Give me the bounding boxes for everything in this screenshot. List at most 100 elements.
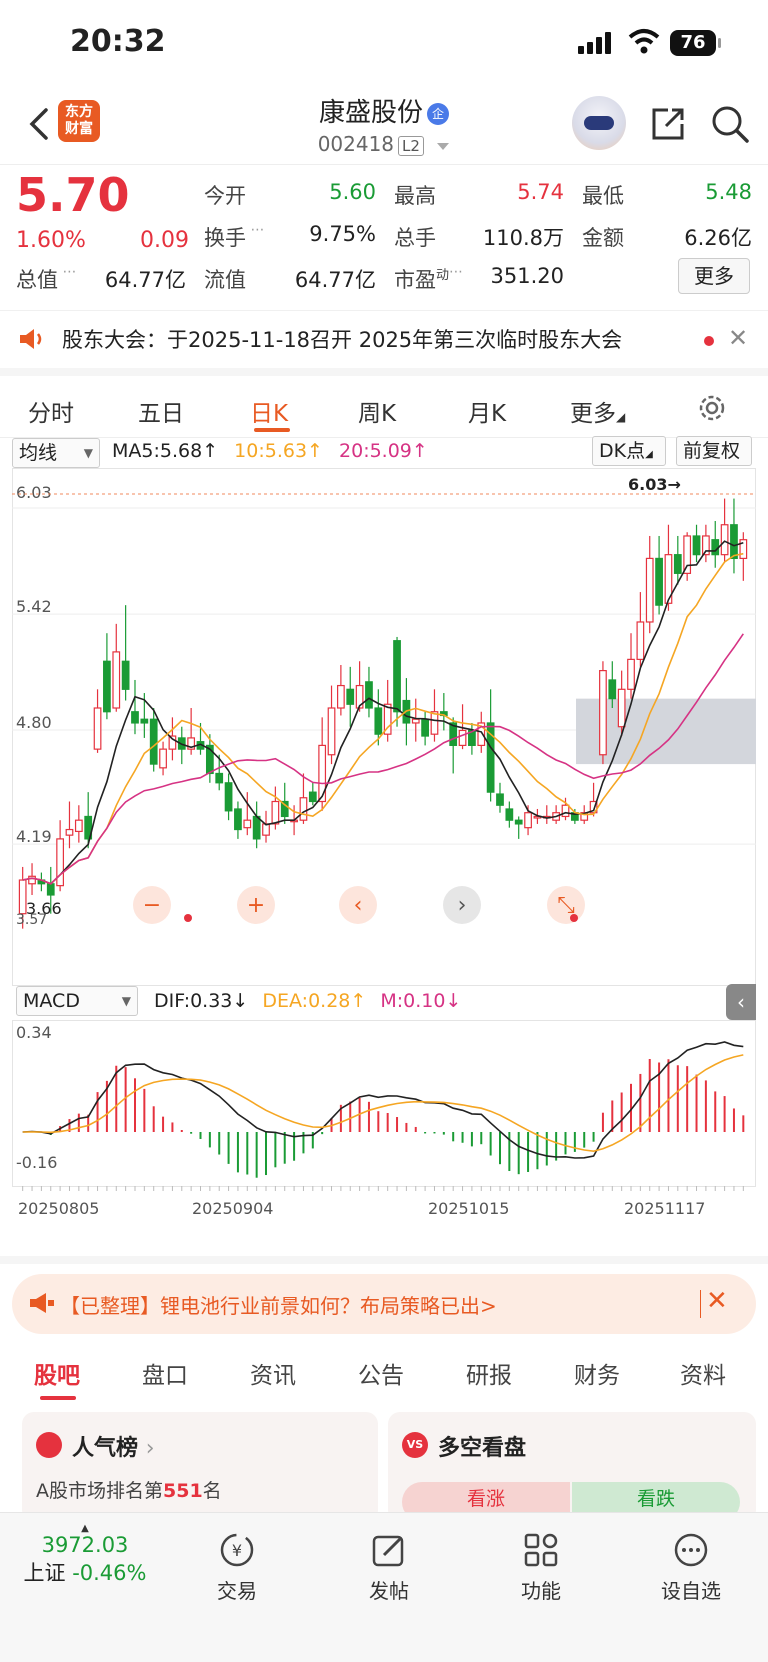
change-percent: 1.60% [16, 228, 86, 253]
tab-weekly-k[interactable]: 周K [358, 394, 396, 428]
index-value: 3972.03 [41, 1533, 129, 1557]
divider [700, 1290, 701, 1318]
wifi-icon [628, 29, 660, 54]
macd-y-tick: -0.16 [16, 1153, 57, 1172]
open-value: 5.60 [329, 180, 376, 204]
share-icon[interactable] [648, 104, 688, 144]
close-icon[interactable]: ✕ [728, 324, 748, 352]
macd-select[interactable]: MACD ▼ [16, 986, 138, 1016]
candle-body [234, 808, 242, 831]
tab-finance[interactable]: 财务 [574, 1356, 620, 1390]
dk-point-button[interactable]: DK点◢ [592, 436, 666, 466]
macd-y-tick: 0.34 [16, 1023, 52, 1042]
nav-trade[interactable]: ¥ 交易 [182, 1531, 292, 1604]
high-price-marker: 6.03→ [628, 475, 681, 494]
candle-body [65, 828, 74, 836]
divider [0, 1256, 768, 1264]
next-icon: › [458, 893, 467, 918]
candle-body [327, 707, 336, 756]
x-tick-label: 20251015 [428, 1199, 509, 1218]
low-value: 5.48 [705, 180, 752, 204]
candle-body [308, 791, 317, 803]
pe-value: 351.20 [490, 264, 564, 288]
nav-functions[interactable]: 功能 [486, 1531, 596, 1604]
x-tick-label: 20251117 [624, 1199, 705, 1218]
candle-body [655, 557, 663, 606]
candle-body [224, 782, 233, 812]
settings-gear-icon[interactable] [696, 392, 728, 424]
notice-text[interactable]: 股东大会：于2025-11-18召开 2025年第三次临时股东大会 [62, 324, 622, 354]
badge-dot [184, 914, 192, 922]
candle-body [730, 524, 738, 560]
tab-research[interactable]: 研报 [466, 1356, 512, 1390]
prev-button[interactable]: ‹ [339, 886, 377, 924]
edit-icon [372, 1535, 404, 1567]
expand-button[interactable]: ⤡ [547, 886, 585, 924]
candle-body [318, 744, 327, 803]
open-label: 今开 [204, 184, 246, 208]
tab-monthly-k[interactable]: 月K [468, 394, 506, 428]
tab-order-book[interactable]: 盘口 [142, 1356, 188, 1390]
candle-body [252, 815, 261, 840]
tab-news[interactable]: 资讯 [250, 1356, 296, 1390]
mktcap-label[interactable]: 总值 ⋯ [16, 264, 76, 294]
index-ticker[interactable]: ▲ 3972.03 上证 -0.46% [20, 1523, 150, 1587]
tab-forum[interactable]: 股吧 [34, 1356, 80, 1390]
next-button[interactable]: › [443, 886, 481, 924]
yuan-exchange-icon: ¥ [220, 1533, 254, 1567]
status-time: 20:32 [70, 24, 166, 59]
turnover-label[interactable]: 换手 ⋯ [204, 222, 264, 252]
sentiment-card[interactable]: VS 多空看盘 看涨 看跌 [388, 1412, 756, 1522]
float-value: 64.77亿 [294, 268, 376, 292]
close-ad-icon[interactable]: ✕ [706, 1286, 728, 1316]
speaker-icon [20, 329, 42, 349]
ma-select[interactable]: 均线 ▼ [12, 438, 100, 468]
candle-body [18, 879, 27, 915]
dif-value: DIF:0.33↓ [154, 990, 249, 1012]
ai-assistant-avatar[interactable] [572, 96, 626, 150]
index-change: 上证 -0.46% [23, 1561, 147, 1585]
collapse-panel-button[interactable]: ‹ [726, 984, 756, 1020]
tab-announcements[interactable]: 公告 [358, 1356, 404, 1390]
macd-chart[interactable]: 0.34 -0.16 20250805 20250904 20251015 2025111… [12, 1020, 756, 1220]
kline-chart[interactable]: 6.035.424.804.196.03→3.663.57− + ‹ › ⤡ [12, 468, 756, 986]
dea-value: DEA:0.28↑ [262, 990, 367, 1012]
candle-body [505, 808, 514, 821]
ranking-icon [36, 1432, 62, 1458]
ma20-value: 20:5.09↑ [339, 440, 428, 462]
zoom-out-button[interactable]: − [133, 886, 171, 924]
candle-body [131, 711, 139, 724]
popularity-title: 人气榜 › [72, 1436, 155, 1461]
price-adjust-button[interactable]: 前复权 [676, 436, 752, 466]
popularity-rank-text: A股市场排名第551名 [36, 1480, 222, 1502]
megaphone-icon [30, 1293, 54, 1313]
ma-legend: MA5:5.68↑ 10:5.63↑ 20:5.09↑ [112, 440, 428, 462]
ad-text[interactable]: 【已整理】锂电池行业前景如何？布局策略已出> [60, 1290, 497, 1319]
candle-body [140, 718, 149, 724]
candle-body [393, 640, 401, 713]
candle-body [514, 819, 523, 825]
divider [0, 164, 768, 165]
search-icon[interactable] [710, 104, 750, 144]
tab-daily-k[interactable]: 日K [250, 394, 288, 428]
tab-profile[interactable]: 资料 [680, 1356, 726, 1390]
candle-body [365, 681, 373, 709]
level-badge: L2 [398, 136, 424, 156]
zoom-in-button[interactable]: + [237, 886, 275, 924]
active-tab-indicator [40, 1396, 76, 1400]
tab-intraday[interactable]: 分时 [28, 394, 74, 428]
candle-body [739, 539, 748, 560]
more-button[interactable]: 更多 [678, 258, 750, 294]
candle-body [561, 804, 570, 818]
nav-add-watchlist[interactable]: 设自选 [636, 1531, 746, 1604]
tab-five-day[interactable]: 五日 [138, 394, 184, 428]
badge-dot [570, 914, 578, 922]
popularity-card[interactable]: 人气榜 › A股市场排名第551名 [22, 1412, 378, 1522]
pe-label[interactable]: 市盈动⋯ [394, 264, 463, 294]
current-price: 5.70 [16, 168, 130, 222]
candle-body [711, 539, 720, 556]
tab-more[interactable]: 更多◢ [570, 394, 625, 428]
nav-post[interactable]: 发帖 [334, 1531, 444, 1604]
candle-body [74, 819, 83, 833]
volume-value: 110.8万 [482, 226, 564, 250]
